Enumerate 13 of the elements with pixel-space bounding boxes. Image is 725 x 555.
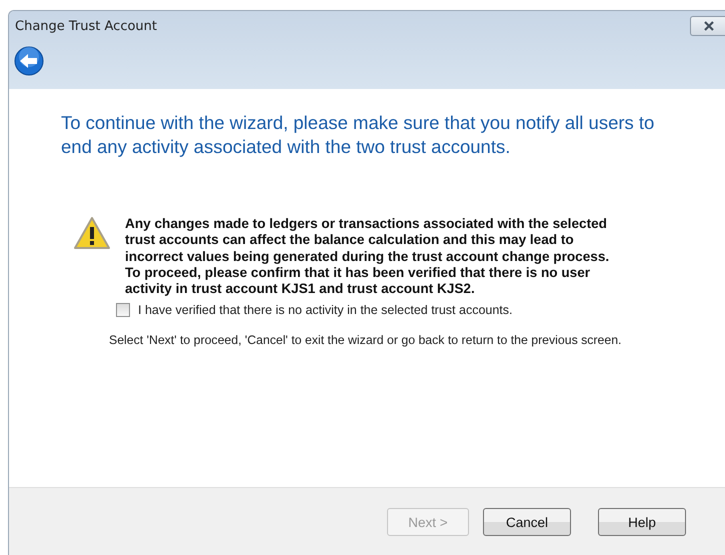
- checkbox[interactable]: [116, 303, 130, 318]
- heading-text: To continue with the wizard, please make sure that you notify all users to end any activity associated with the two trust accounts.: [61, 111, 656, 159]
- dialog-button[interactable]: Help: [598, 508, 686, 536]
- dialog-button[interactable]: Cancel: [483, 508, 571, 536]
- checkbox-label: I have verified that there is no activity in the selected trust accounts.: [138, 303, 512, 318]
- warning-text: To proceed, please confirm that it has been verified that there is no user activity in trust account KJS1 and trust account KJS2.: [125, 264, 592, 298]
- warning-icon: [73, 216, 111, 250]
- back-button[interactable]: [14, 46, 44, 76]
- close-button[interactable]: [690, 16, 725, 36]
- close-icon: [702, 21, 716, 31]
- warning-text: Any changes made to ledgers or transactions associated with the selected trust accounts can affect the balance calculation and this may lead to incorrect values being generated during the trust account change process.: [125, 216, 610, 265]
- instruction-text: Select 'Next' to proceed, 'Cancel' to exit the wizard or go back to return to the previous screen.: [109, 332, 622, 350]
- window-title: Change Trust Account: [15, 18, 158, 34]
